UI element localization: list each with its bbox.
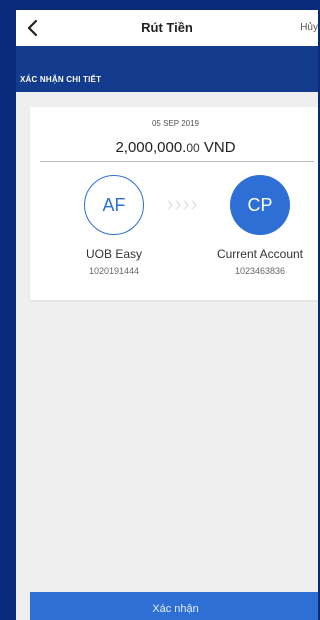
transfer-date: 05 SEP 2019: [151, 119, 199, 128]
to-account-initials: CP: [247, 194, 273, 215]
page-title: Rút Tiền: [141, 20, 193, 35]
from-account-name: UOB Easy: [85, 247, 142, 261]
to-account-number: 1023463836: [234, 266, 286, 276]
divider: [40, 161, 314, 162]
amount-cents: 00: [186, 141, 200, 155]
section-header-label: XÁC NHẬN CHI TIẾT: [20, 75, 102, 84]
top-bar: Rút Tiền Hủy: [16, 10, 318, 46]
from-account-initials: AF: [102, 194, 126, 215]
confirm-button[interactable]: Xác nhận: [30, 592, 318, 620]
to-account-name: Current Account: [216, 247, 304, 261]
transfer-amount: 2,000,000.00 VND: [30, 139, 318, 156]
section-header: XÁC NHẬN CHI TIẾT: [16, 46, 318, 92]
cancel-button[interactable]: Hủy: [300, 22, 318, 33]
transfer-arrows-icon: [167, 200, 197, 210]
transfer-summary-card: 05 SEP 2019 2,000,000.00 VND AF CP UOB E…: [30, 107, 318, 300]
currency-label: VND: [203, 139, 236, 156]
app-screen: Rút Tiền Hủy XÁC NHẬN CHI TIẾT 05 SEP 20…: [16, 10, 318, 620]
amount-main: 2,000,000.: [115, 139, 187, 156]
from-account-avatar: AF: [84, 175, 144, 235]
to-account-avatar: CP: [230, 175, 290, 235]
from-account-number: 1020191444: [88, 266, 140, 276]
